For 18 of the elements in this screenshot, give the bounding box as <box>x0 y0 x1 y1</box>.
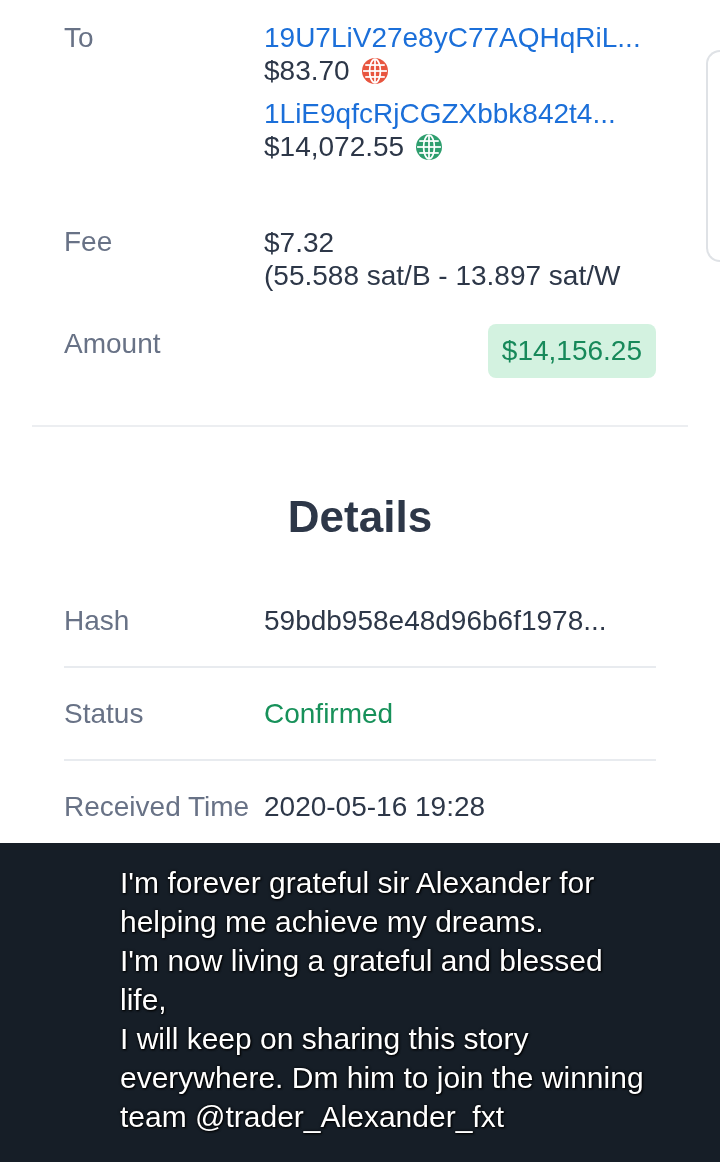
address-link[interactable]: 1LiE9qfcRjCGZXbbk842t4... <box>264 98 616 129</box>
amount-label: Amount <box>64 328 161 360</box>
row-label: Received Time <box>64 791 250 823</box>
to-label: To <box>64 22 94 54</box>
row-label: Hash <box>64 605 130 637</box>
status-value: Confirmed <box>264 698 394 730</box>
fee-value: $7.32 <box>264 226 335 259</box>
amount-value: $14,156.25 <box>487 324 656 378</box>
details-heading: Details <box>286 491 434 543</box>
fee-rate: (55.588 sat/B - 13.897 sat/W <box>264 259 621 292</box>
output-amount: $83.70 <box>264 54 350 88</box>
detail-value: 59bdb958e48d96b6f1978... <box>264 605 607 637</box>
address-link[interactable]: 19U7LiV27e8yC77AQHqRiL... <box>264 22 641 53</box>
output-amount: $14,072.55 <box>264 130 405 164</box>
row-label: Status <box>64 698 144 730</box>
caption-text: I'm forever grateful sir Alexander for helping me achieve my dreams. I'm now living a grateful and blessed life, I will keep on sharing this story everywhere. Dm him to join the winning team @trader_Alexander_fxt <box>120 865 644 1135</box>
detail-value: 2020-05-16 19:28 <box>264 791 486 823</box>
fee-label: Fee <box>64 226 113 258</box>
